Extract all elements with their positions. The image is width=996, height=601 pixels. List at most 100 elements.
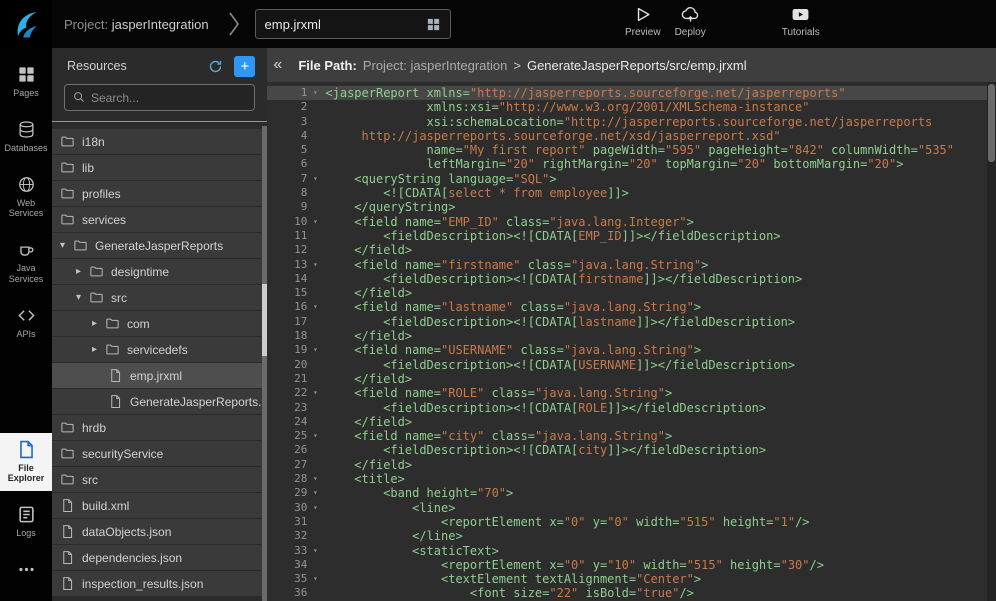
tree-item-services[interactable]: services: [52, 207, 267, 233]
code-line[interactable]: 13▾ <field name="firstname" class="java.…: [267, 258, 996, 272]
tree-item-emp-jrxml[interactable]: emp.jrxml: [52, 363, 267, 389]
code-line[interactable]: 19▾ <field name="USERNAME" class="java.l…: [267, 343, 996, 357]
code-line[interactable]: 18 </field>: [267, 329, 996, 343]
tutorials-button[interactable]: Tutorials: [782, 5, 820, 38]
code-line[interactable]: 27 </field>: [267, 458, 996, 472]
fold-toggle-icon[interactable]: ▾: [307, 386, 323, 400]
tree-item-dataobjects-json[interactable]: dataObjects.json: [52, 519, 267, 545]
fold-spacer: [307, 100, 323, 114]
fold-toggle-icon[interactable]: ▾: [307, 429, 323, 443]
code-line[interactable]: 5 name="My first report" pageWidth="595"…: [267, 143, 996, 157]
code-line[interactable]: 22▾ <field name="ROLE" class="java.lang.…: [267, 386, 996, 400]
code-text: <title>: [323, 472, 404, 486]
editor-scrollbar-thumb[interactable]: [988, 84, 995, 162]
tree-item-build-xml[interactable]: build.xml: [52, 493, 267, 519]
code-line[interactable]: 7▾ <queryString language="SQL">: [267, 172, 996, 186]
search-input[interactable]: [64, 84, 255, 111]
code-line[interactable]: 17 <fieldDescription><![CDATA[lastname]]…: [267, 315, 996, 329]
rail-item-file-explorer[interactable]: File Explorer: [0, 433, 52, 492]
fold-toggle-icon[interactable]: ▾: [307, 172, 323, 186]
code-line[interactable]: 23 <fieldDescription><![CDATA[ROLE]]></f…: [267, 401, 996, 415]
tree-item-profiles[interactable]: profiles: [52, 181, 267, 207]
more-icon: [17, 560, 36, 579]
fold-toggle-icon[interactable]: ▾: [307, 501, 323, 515]
tree-item-hrdb[interactable]: hrdb: [52, 415, 267, 441]
tree-item-designtime[interactable]: ▸designtime: [52, 259, 267, 285]
code-line[interactable]: 3 xsi:schemaLocation="http://jasperrepor…: [267, 115, 996, 129]
fold-toggle-icon[interactable]: ▾: [307, 572, 323, 586]
code-line[interactable]: 29▾ <band height="70">: [267, 486, 996, 500]
code-line[interactable]: 16▾ <field name="lastname" class="java.l…: [267, 300, 996, 314]
refresh-icon[interactable]: [208, 59, 223, 74]
fold-toggle-icon[interactable]: ▾: [307, 486, 323, 500]
caret-right-icon[interactable]: ▸: [92, 344, 105, 355]
code-line[interactable]: 6 leftMargin="20" rightMargin="20" topMa…: [267, 157, 996, 171]
tree-item-i18n[interactable]: i18n: [52, 129, 267, 155]
tree-item-servicedefs[interactable]: ▸servicedefs: [52, 337, 267, 363]
code-editor[interactable]: 1▾<jasperReport xmlns="http://jasperrepo…: [267, 82, 996, 601]
app-logo[interactable]: [0, 0, 52, 48]
caret-down-icon[interactable]: ▾: [60, 240, 73, 251]
tree-item-generatejasperreports-s[interactable]: GenerateJasperReports.s: [52, 389, 267, 415]
deploy-button[interactable]: Deploy: [675, 5, 706, 38]
code-line[interactable]: 32 </line>: [267, 529, 996, 543]
code-text: <band height="70">: [323, 486, 513, 500]
code-line[interactable]: 14 <fieldDescription><![CDATA[firstname]…: [267, 272, 996, 286]
fold-toggle-icon[interactable]: ▾: [307, 472, 323, 486]
tree-item-inspection-results-json[interactable]: inspection_results.json: [52, 571, 267, 597]
fold-toggle-icon[interactable]: ▾: [307, 86, 323, 100]
tree-item-src[interactable]: ▾src: [52, 285, 267, 311]
rail-item-more[interactable]: [0, 553, 52, 586]
fold-toggle-icon[interactable]: ▾: [307, 300, 323, 314]
rail-item-label: Databases: [4, 143, 47, 154]
caret-right-icon[interactable]: ▸: [76, 266, 89, 277]
code-line[interactable]: 36 <font size="22" isBold="true"/>: [267, 586, 996, 600]
rail-item-databases[interactable]: Databases: [0, 113, 52, 161]
grid-icon[interactable]: [426, 17, 441, 32]
code-line[interactable]: 31 <reportElement x="0" y="0" width="515…: [267, 515, 996, 529]
code-line[interactable]: 26 <fieldDescription><![CDATA[city]]></f…: [267, 443, 996, 457]
pages-icon: [17, 65, 36, 84]
fold-toggle-icon[interactable]: ▾: [307, 215, 323, 229]
caret-down-icon[interactable]: ▾: [76, 292, 89, 303]
code-line[interactable]: 33▾ <staticText>: [267, 544, 996, 558]
add-resource-button[interactable]: +: [234, 56, 255, 77]
code-line[interactable]: 1▾<jasperReport xmlns="http://jasperrepo…: [267, 86, 996, 100]
rail-item-pages[interactable]: Pages: [0, 58, 52, 106]
tree-item-com[interactable]: ▸com: [52, 311, 267, 337]
code-line[interactable]: 25▾ <field name="city" class="java.lang.…: [267, 429, 996, 443]
code-line[interactable]: 21 </field>: [267, 372, 996, 386]
code-line[interactable]: 30▾ <line>: [267, 501, 996, 515]
code-line[interactable]: 12 </field>: [267, 243, 996, 257]
tree-item-src[interactable]: src: [52, 467, 267, 493]
tree-item-generatejasperreports[interactable]: ▾GenerateJasperReports: [52, 233, 267, 259]
tree-item-securityservice[interactable]: securityService: [52, 441, 267, 467]
editor-scrollbar[interactable]: [987, 82, 996, 601]
caret-right-icon[interactable]: ▸: [92, 318, 105, 329]
fold-toggle-icon[interactable]: ▾: [307, 544, 323, 558]
rail-item-logs[interactable]: Logs: [0, 498, 52, 546]
code-line[interactable]: 24 </field>: [267, 415, 996, 429]
code-line[interactable]: 11 <fieldDescription><![CDATA[EMP_ID]]><…: [267, 229, 996, 243]
fold-toggle-icon[interactable]: ▾: [307, 343, 323, 357]
code-line[interactable]: 15 </field>: [267, 286, 996, 300]
code-line[interactable]: 20 <fieldDescription><![CDATA[USERNAME]]…: [267, 358, 996, 372]
rail-item-label: APIs: [16, 329, 35, 340]
code-line[interactable]: 34 <reportElement x="0" y="10" width="51…: [267, 558, 996, 572]
code-line[interactable]: 9 </queryString>: [267, 200, 996, 214]
tree-item-lib[interactable]: lib: [52, 155, 267, 181]
rail-item-web-services[interactable]: Web Services: [0, 168, 52, 227]
collapse-panel-icon[interactable]: «: [273, 56, 282, 74]
code-line[interactable]: 35▾ <textElement textAlignment="Center">: [267, 572, 996, 586]
rail-item-apis[interactable]: APIs: [0, 299, 52, 347]
preview-button[interactable]: Preview: [625, 5, 661, 38]
tree-item-dependencies-json[interactable]: dependencies.json: [52, 545, 267, 571]
rail-item-java-services[interactable]: Java Services: [0, 233, 52, 292]
code-line[interactable]: 8 <![CDATA[select * from employee]]>: [267, 186, 996, 200]
file-selector[interactable]: emp.jrxml: [255, 9, 451, 39]
code-line[interactable]: 28▾ <title>: [267, 472, 996, 486]
code-line[interactable]: 4 http://jasperreports.sourceforge.net/x…: [267, 129, 996, 143]
code-line[interactable]: 2 xmlns:xsi="http://www.w3.org/2001/XMLS…: [267, 100, 996, 114]
code-line[interactable]: 10▾ <field name="EMP_ID" class="java.lan…: [267, 215, 996, 229]
fold-toggle-icon[interactable]: ▾: [307, 258, 323, 272]
